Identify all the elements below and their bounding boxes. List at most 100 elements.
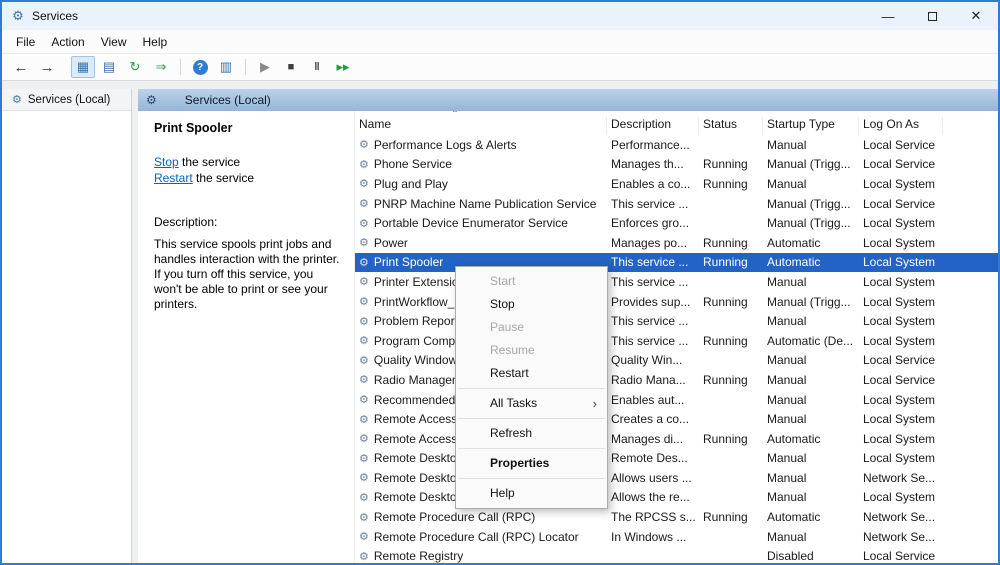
cell-startup-type: Manual (Trigg...	[763, 295, 859, 309]
service-gear-icon: ⚙	[359, 177, 369, 190]
close-button[interactable]: ✕	[954, 2, 998, 30]
menu-item-stop[interactable]: Stop	[456, 293, 607, 316]
cell-description: Creates a co...	[607, 412, 699, 426]
table-row[interactable]: ⚙Remote Access Connection ManagerManages…	[355, 429, 998, 449]
cell-status: Running	[699, 157, 763, 171]
table-row[interactable]: ⚙Remote Procedure Call (RPC)The RPCSS s.…	[355, 507, 998, 527]
cell-startup-type: Automatic	[763, 510, 859, 524]
window-list-icon[interactable]: ▥	[214, 56, 238, 78]
restart-service-link[interactable]: Restart	[154, 171, 193, 185]
column-header-status[interactable]: Status	[699, 117, 763, 135]
cell-log-on-as: Local System	[859, 412, 943, 426]
cell-log-on-as: Local System	[859, 490, 943, 504]
cell-log-on-as: Local System	[859, 451, 943, 465]
services-node-icon: ⚙	[12, 93, 22, 106]
column-header-description[interactable]: Description	[607, 117, 699, 135]
menu-item-restart[interactable]: Restart	[456, 362, 607, 385]
table-row[interactable]: ⚙PrintWorkflow_Provides sup...RunningMan…	[355, 292, 998, 312]
cell-name: ⚙Power	[355, 236, 607, 250]
cell-startup-type: Manual	[763, 451, 859, 465]
menu-item-refresh[interactable]: Refresh	[456, 422, 607, 445]
export-list-icon[interactable]: ⇒	[149, 56, 173, 78]
submenu-arrow-icon: ›	[593, 392, 597, 415]
table-row[interactable]: ⚙Program Compatibility Assistant Service…	[355, 331, 998, 351]
cell-description: This service ...	[607, 275, 699, 289]
service-gear-icon: ⚙	[359, 236, 369, 249]
cell-status: Running	[699, 236, 763, 250]
column-header-name[interactable]: Name	[355, 117, 607, 135]
cell-description: Allows the re...	[607, 490, 699, 504]
tree-node-label: Services (Local)	[28, 94, 110, 106]
service-name-text: Plug and Play	[374, 177, 448, 191]
menu-item-all-tasks[interactable]: All Tasks›	[456, 392, 607, 415]
cell-description: This service ...	[607, 334, 699, 348]
menu-file[interactable]: File	[8, 32, 43, 52]
menu-help[interactable]: Help	[135, 32, 176, 52]
properties-window-icon[interactable]: ▤	[97, 56, 121, 78]
table-row[interactable]: ⚙Printer Extensions and NotificationsThi…	[355, 272, 998, 292]
cell-description: Remote Des...	[607, 451, 699, 465]
cell-log-on-as: Local System	[859, 314, 943, 328]
table-row[interactable]: ⚙Remote Desktop ConfigurationRemote Des.…	[355, 449, 998, 469]
tree-node-services-local[interactable]: ⚙ Services (Local)	[2, 89, 131, 111]
service-name-text: Portable Device Enumerator Service	[374, 216, 568, 230]
cell-log-on-as: Local Service	[859, 157, 943, 171]
table-row[interactable]: ⚙Remote Desktop Services UserMode Port R…	[355, 488, 998, 508]
window-title: Services	[32, 9, 78, 23]
table-row[interactable]: ⚙Radio Management ServiceRadio Mana...Ru…	[355, 370, 998, 390]
menu-separator	[458, 478, 605, 479]
start-service-icon[interactable]: ▶	[253, 56, 277, 78]
menu-item-properties[interactable]: Properties	[456, 452, 607, 475]
cell-status: Running	[699, 510, 763, 524]
description-label: Description:	[154, 215, 340, 229]
table-row[interactable]: ⚙Remote Desktop ServicesAllows users ...…	[355, 468, 998, 488]
cell-startup-type: Manual	[763, 471, 859, 485]
cell-startup-type: Automatic	[763, 236, 859, 250]
pause-service-icon[interactable]: ‖	[305, 56, 329, 78]
refresh-icon[interactable]: ↻	[123, 56, 147, 78]
minimize-button[interactable]: —	[866, 2, 910, 30]
cell-log-on-as: Local System	[859, 275, 943, 289]
cell-description: Enforces gro...	[607, 216, 699, 230]
service-name-text: Phone Service	[374, 157, 452, 171]
table-row[interactable]: ⚙Recommended Troubleshooting ServiceEnab…	[355, 390, 998, 410]
menu-item-resume: Resume	[456, 339, 607, 362]
table-row[interactable]: ⚙PowerManages po...RunningAutomaticLocal…	[355, 233, 998, 253]
service-gear-icon: ⚙	[359, 530, 369, 543]
table-row[interactable]: ⚙Plug and PlayEnables a co...RunningManu…	[355, 174, 998, 194]
table-row[interactable]: ⚙Performance Logs & AlertsPerformance...…	[355, 135, 998, 155]
maximize-button[interactable]	[910, 2, 954, 30]
service-gear-icon: ⚙	[359, 256, 369, 269]
menu-action[interactable]: Action	[43, 32, 92, 52]
table-row[interactable]: ⚙PNRP Machine Name Publication ServiceTh…	[355, 194, 998, 214]
table-row[interactable]: ⚙Print SpoolerThis service ...RunningAut…	[355, 253, 998, 273]
cell-log-on-as: Network Se...	[859, 530, 943, 544]
table-row[interactable]: ⚙Problem Reports Control Panel SupportTh…	[355, 311, 998, 331]
restart-service-icon[interactable]: ▸▸	[331, 56, 355, 78]
menu-view[interactable]: View	[93, 32, 135, 52]
cell-log-on-as: Network Se...	[859, 510, 943, 524]
help-icon[interactable]: ?	[188, 56, 212, 78]
service-name-text: PNRP Machine Name Publication Service	[374, 197, 597, 211]
service-gear-icon: ⚙	[359, 550, 369, 563]
table-row[interactable]: ⚙Remote Procedure Call (RPC) LocatorIn W…	[355, 527, 998, 547]
column-header-startup-type[interactable]: Startup Type	[763, 117, 859, 135]
back-icon[interactable]: ←	[9, 56, 33, 78]
menu-item-help[interactable]: Help	[456, 482, 607, 505]
table-row[interactable]: ⚙Quality Windows Audio Video ExperienceQ…	[355, 351, 998, 371]
service-name-text: PrintWorkflow_	[374, 295, 454, 309]
forward-icon[interactable]: →	[35, 56, 59, 78]
cell-startup-type: Manual (Trigg...	[763, 216, 859, 230]
context-menu: StartStopPauseResumeRestartAll Tasks›Ref…	[455, 266, 608, 509]
description-text: This service spools print jobs and handl…	[154, 237, 340, 312]
service-gear-icon: ⚙	[359, 158, 369, 171]
list-header: ˆ NameDescriptionStatusStartup TypeLog O…	[355, 111, 998, 135]
stop-service-link[interactable]: Stop	[154, 155, 179, 169]
table-row[interactable]: ⚙Remote Access Auto Connection ManagerCr…	[355, 409, 998, 429]
stop-service-icon[interactable]: ■	[279, 56, 303, 78]
show-hide-console-tree-icon[interactable]: ▦	[71, 56, 95, 78]
table-row[interactable]: ⚙Phone ServiceManages th...RunningManual…	[355, 155, 998, 175]
table-row[interactable]: ⚙Remote RegistryDisabledLocal Service	[355, 546, 998, 563]
column-header-log-on-as[interactable]: Log On As	[859, 117, 943, 135]
table-row[interactable]: ⚙Portable Device Enumerator ServiceEnfor…	[355, 213, 998, 233]
